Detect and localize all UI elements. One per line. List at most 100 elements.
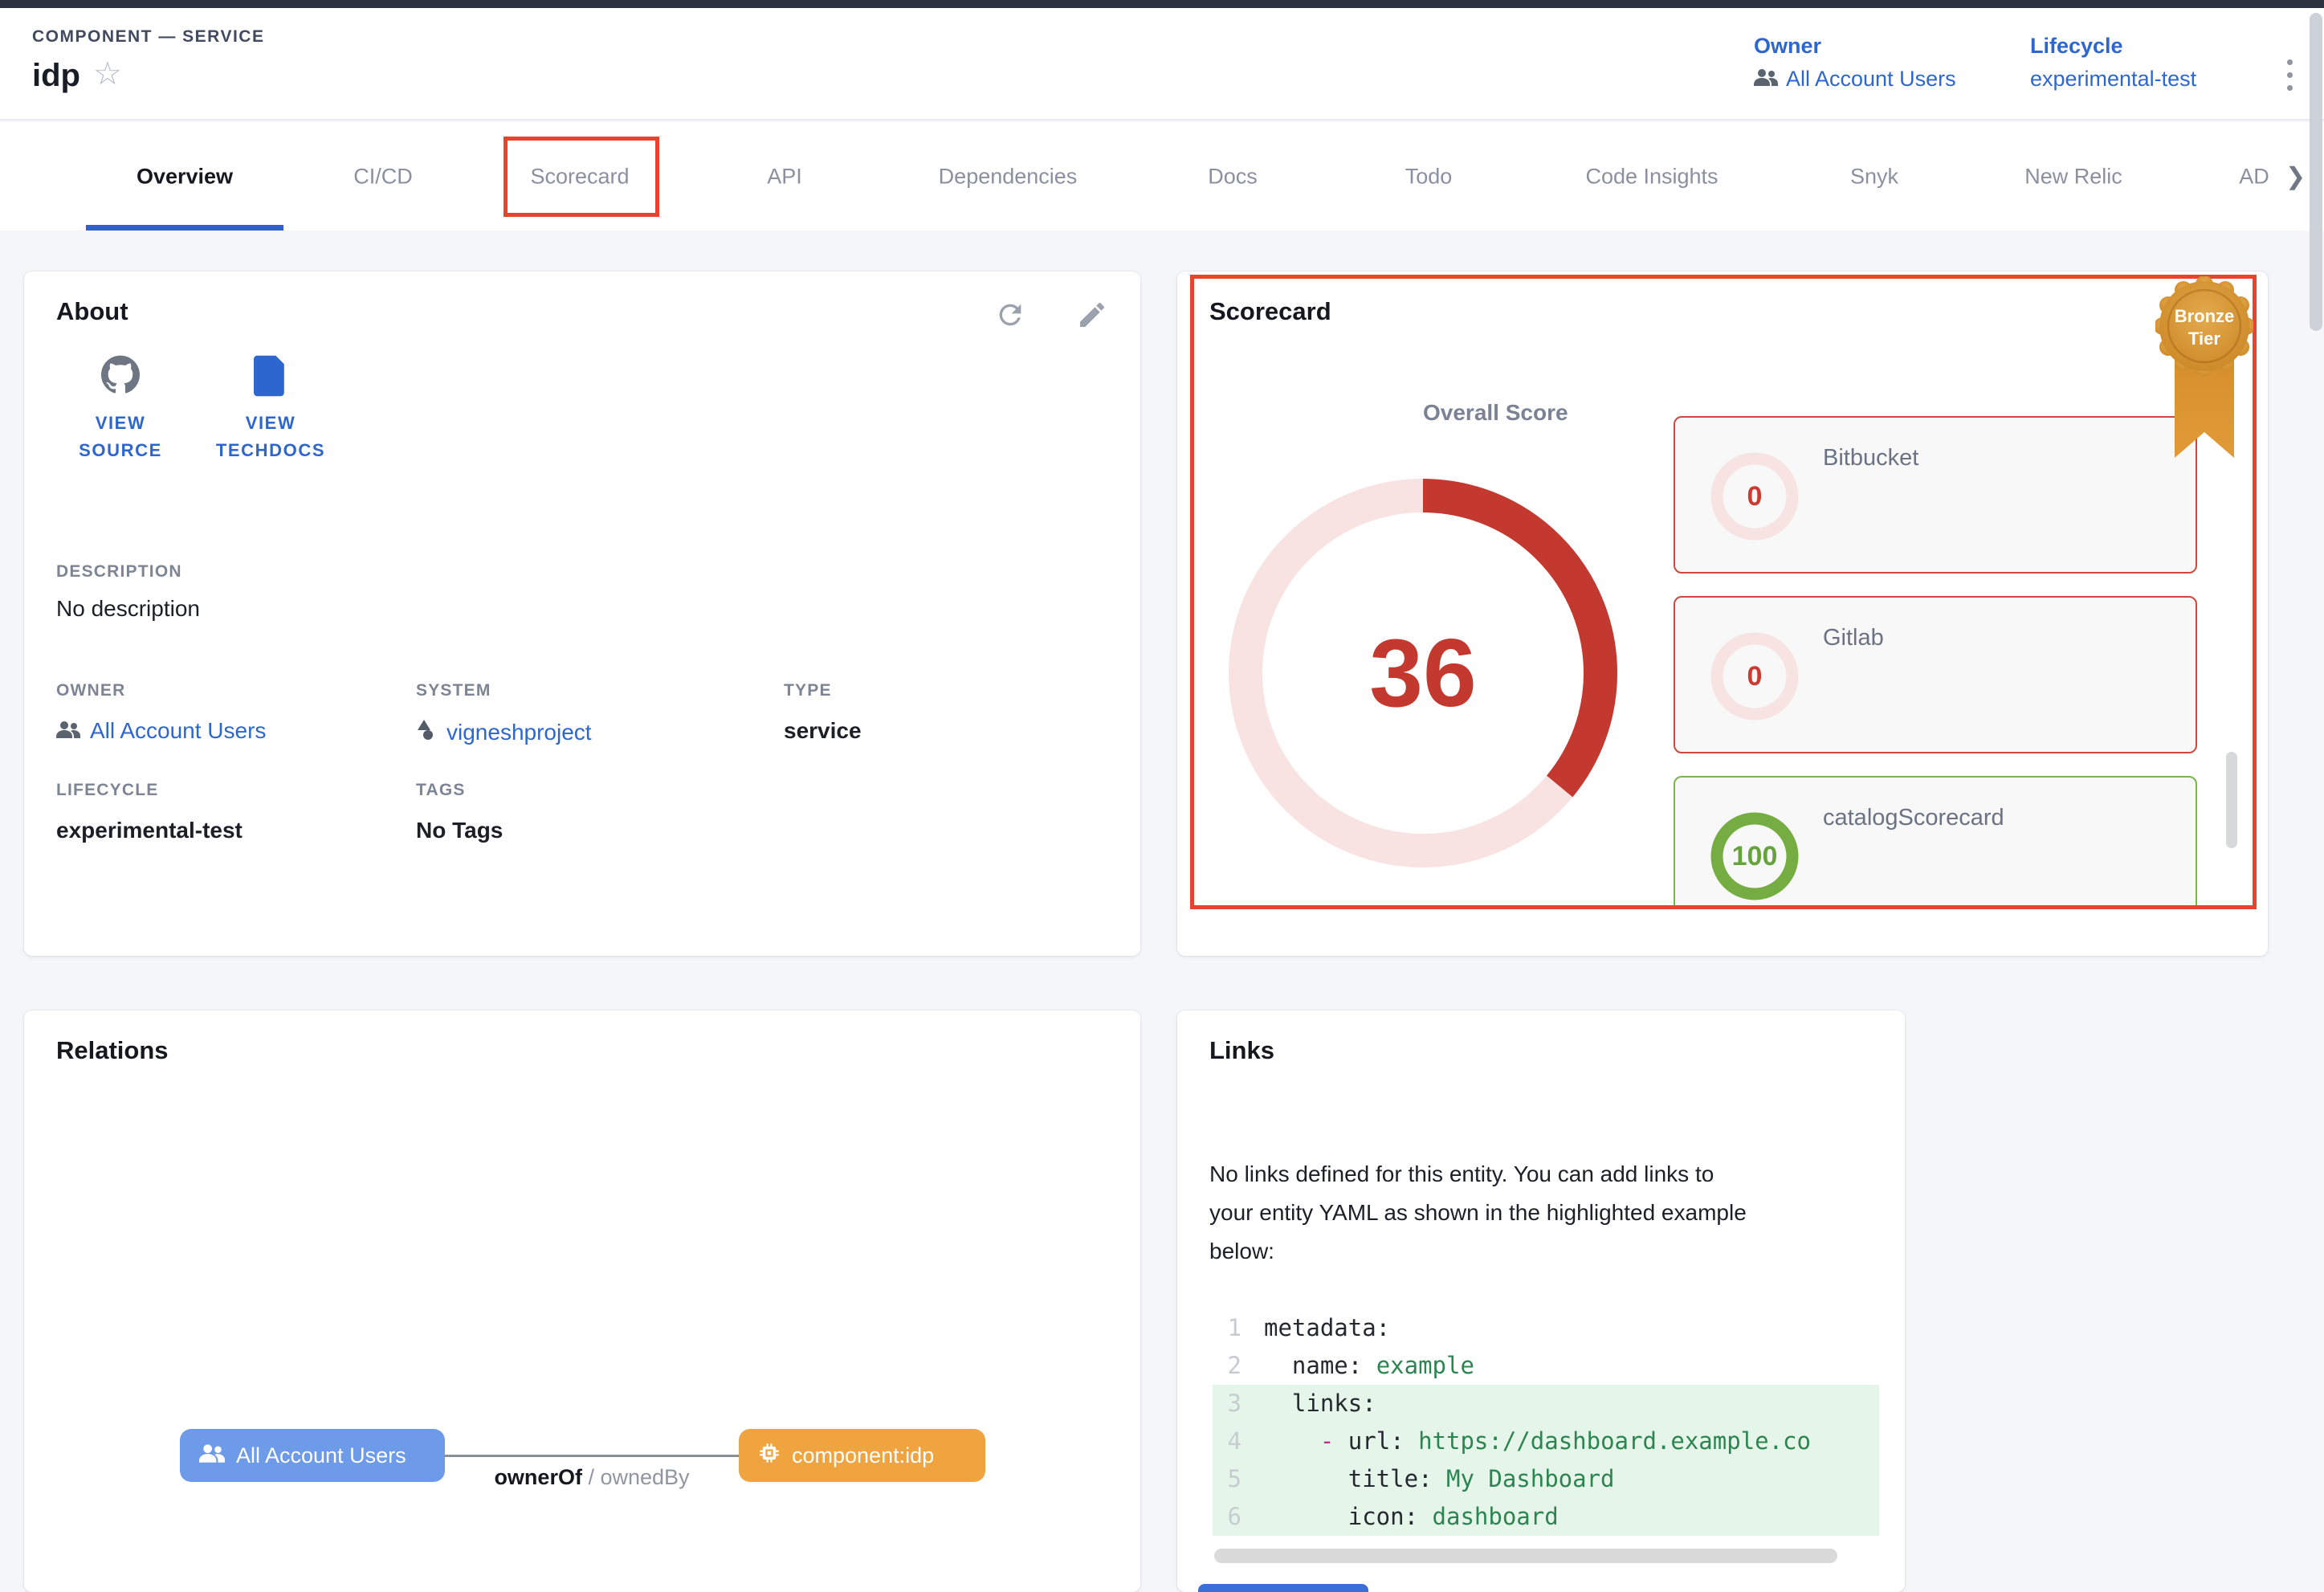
relation-node-component-label: component:idp: [792, 1443, 934, 1468]
badge-line1: Bronze: [2175, 306, 2235, 326]
tab-code-insights[interactable]: Code Insights: [1585, 164, 1718, 189]
field-value[interactable]: All Account Users: [56, 718, 266, 744]
links-card: Links No links defined for this entity. …: [1177, 1010, 1905, 1592]
code-line-number: 2: [1213, 1347, 1242, 1385]
field-value[interactable]: vigneshproject: [416, 718, 592, 746]
code-line-number: 1: [1213, 1309, 1242, 1347]
score-item-name: Gitlab: [1823, 625, 1884, 651]
score-item-value: 100: [1704, 806, 1805, 906]
links-title: Links: [1209, 1036, 1274, 1065]
system-icon: [416, 718, 437, 746]
owner-link[interactable]: All Account Users: [1754, 67, 1956, 92]
field-lifecycle: LIFECYCLEexperimental-test: [56, 781, 243, 843]
score-item-value: 0: [1704, 626, 1805, 727]
lifecycle-label: Lifecycle: [2030, 34, 2196, 59]
score-item-name: catalogScorecard: [1823, 805, 2004, 831]
tab-ad[interactable]: AD: [2239, 164, 2269, 189]
page-scrollbar[interactable]: [2310, 13, 2322, 331]
people-icon: [56, 718, 80, 744]
tab-dependencies[interactable]: Dependencies: [939, 164, 1078, 189]
field-tags: TAGS No Tags: [416, 781, 503, 843]
tab-new-relic[interactable]: New Relic: [2024, 164, 2122, 189]
page-title: idp: [32, 58, 80, 94]
badge-line2: Tier: [2188, 329, 2220, 349]
read-more-button[interactable]: [1198, 1584, 1368, 1592]
header-lifecycle: Lifecycle experimental-test: [2030, 34, 2196, 92]
code-line-3: 3 links:: [1213, 1385, 1879, 1423]
entity-header: COMPONENT — SERVICE idp ☆ Owner All Acco…: [0, 8, 2324, 120]
active-tab-underline: [86, 225, 283, 231]
owner-label: Owner: [1754, 34, 1956, 59]
tab-overview[interactable]: Overview: [137, 164, 233, 189]
description-value: No description: [56, 596, 200, 622]
description-label: DESCRIPTION: [56, 562, 182, 582]
about-title: About: [56, 297, 128, 326]
favorite-star-icon[interactable]: ☆: [93, 58, 122, 90]
field-owner: OWNER All Account Users: [56, 681, 266, 744]
tab-snyk[interactable]: Snyk: [1850, 164, 1898, 189]
relation-node-owner[interactable]: All Account Users: [180, 1429, 445, 1482]
overall-score-value: 36: [1229, 479, 1617, 867]
relations-card: Relations ownerOf / ownedBy All Account …: [24, 1010, 1140, 1592]
bronze-tier-badge: Bronze Tier: [2155, 276, 2253, 479]
edit-icon[interactable]: [1076, 299, 1108, 335]
field-label: OWNER: [56, 681, 266, 700]
relation-node-owner-label: All Account Users: [236, 1443, 406, 1468]
about-card: About VIEW SOURCEVIEW TECHDOCS DESCRIPTI…: [24, 271, 1140, 956]
score-item-name: Bitbucket: [1823, 445, 1918, 471]
tab-api[interactable]: API: [767, 164, 802, 189]
quicklink-label: VIEW SOURCE: [44, 410, 197, 464]
chevron-right-icon[interactable]: ❯: [2285, 162, 2306, 190]
code-line-number: 3: [1213, 1385, 1242, 1423]
edge-label-primary: ownerOf: [494, 1465, 582, 1489]
lifecycle-value[interactable]: experimental-test: [2030, 67, 2196, 92]
quicklink-view-techdocs[interactable]: VIEW TECHDOCS: [194, 355, 347, 464]
scorecard-card: Scorecard Overall Score 36 0 Bitbucket 0 Gi…: [1177, 271, 2268, 956]
links-empty-message: No links defined for this entity. You ca…: [1209, 1155, 1876, 1271]
chip-icon: [758, 1442, 781, 1470]
score-items-list: 0 Bitbucket 0 Gitlab 100 catalogScorecard: [1674, 416, 2197, 906]
links-message-line: No links defined for this entity. You ca…: [1209, 1155, 1876, 1194]
code-line-6: 6 icon: dashboard: [1213, 1498, 1879, 1536]
owner-value: All Account Users: [1786, 67, 1956, 92]
breadcrumb: COMPONENT — SERVICE: [32, 27, 264, 47]
users-icon: [199, 1443, 225, 1468]
edge-label-separator: /: [582, 1465, 601, 1489]
yaml-code-block: 1metadata:2 name: example3 links:4 - url…: [1213, 1309, 1879, 1536]
code-line-2: 2 name: example: [1213, 1347, 1879, 1385]
field-system: SYSTEM vigneshproject: [416, 681, 592, 746]
overall-score-label: Overall Score: [1423, 400, 1568, 426]
score-item-value: 0: [1704, 446, 1805, 547]
tab-ci-cd[interactable]: CI/CD: [353, 164, 413, 189]
relations-title: Relations: [56, 1036, 169, 1065]
field-label: LIFECYCLE: [56, 781, 243, 800]
score-list-scrollbar[interactable]: [2226, 752, 2237, 848]
field-value: service: [784, 718, 862, 744]
field-label: TAGS: [416, 781, 503, 800]
code-line-number: 5: [1213, 1460, 1242, 1498]
score-item-gitlab[interactable]: 0 Gitlab: [1674, 596, 2197, 753]
overall-score-gauge: 36: [1229, 479, 1617, 867]
score-item-catalogscorecard[interactable]: 100 catalogScorecard: [1674, 776, 2197, 906]
score-item-bitbucket[interactable]: 0 Bitbucket: [1674, 416, 2197, 574]
scorecard-title: Scorecard: [1209, 297, 1331, 326]
code-line-4: 4 - url: https://dashboard.example.co: [1213, 1423, 1879, 1460]
relation-node-component[interactable]: component:idp: [739, 1429, 985, 1482]
code-horizontal-scrollbar[interactable]: [1214, 1549, 1837, 1563]
field-type: TYPEservice: [784, 681, 862, 744]
field-value: No Tags: [416, 818, 503, 843]
code-line-5: 5 title: My Dashboard: [1213, 1460, 1879, 1498]
edge-label-secondary: ownedBy: [600, 1465, 689, 1489]
quicklink-label: VIEW TECHDOCS: [194, 410, 347, 464]
quicklink-view-source[interactable]: VIEW SOURCE: [44, 355, 197, 464]
kebab-menu-icon[interactable]: [2277, 47, 2302, 103]
code-line-number: 4: [1213, 1423, 1242, 1460]
tab-todo[interactable]: Todo: [1405, 164, 1453, 189]
field-label: SYSTEM: [416, 681, 592, 700]
tab-docs[interactable]: Docs: [1208, 164, 1258, 189]
code-line-1: 1metadata:: [1213, 1309, 1879, 1347]
refresh-icon[interactable]: [994, 299, 1026, 335]
relation-edge-label: ownerOf / ownedBy: [445, 1465, 739, 1490]
scorecard-tab-annotation: [504, 137, 659, 217]
window-top-strip: [0, 0, 2324, 8]
